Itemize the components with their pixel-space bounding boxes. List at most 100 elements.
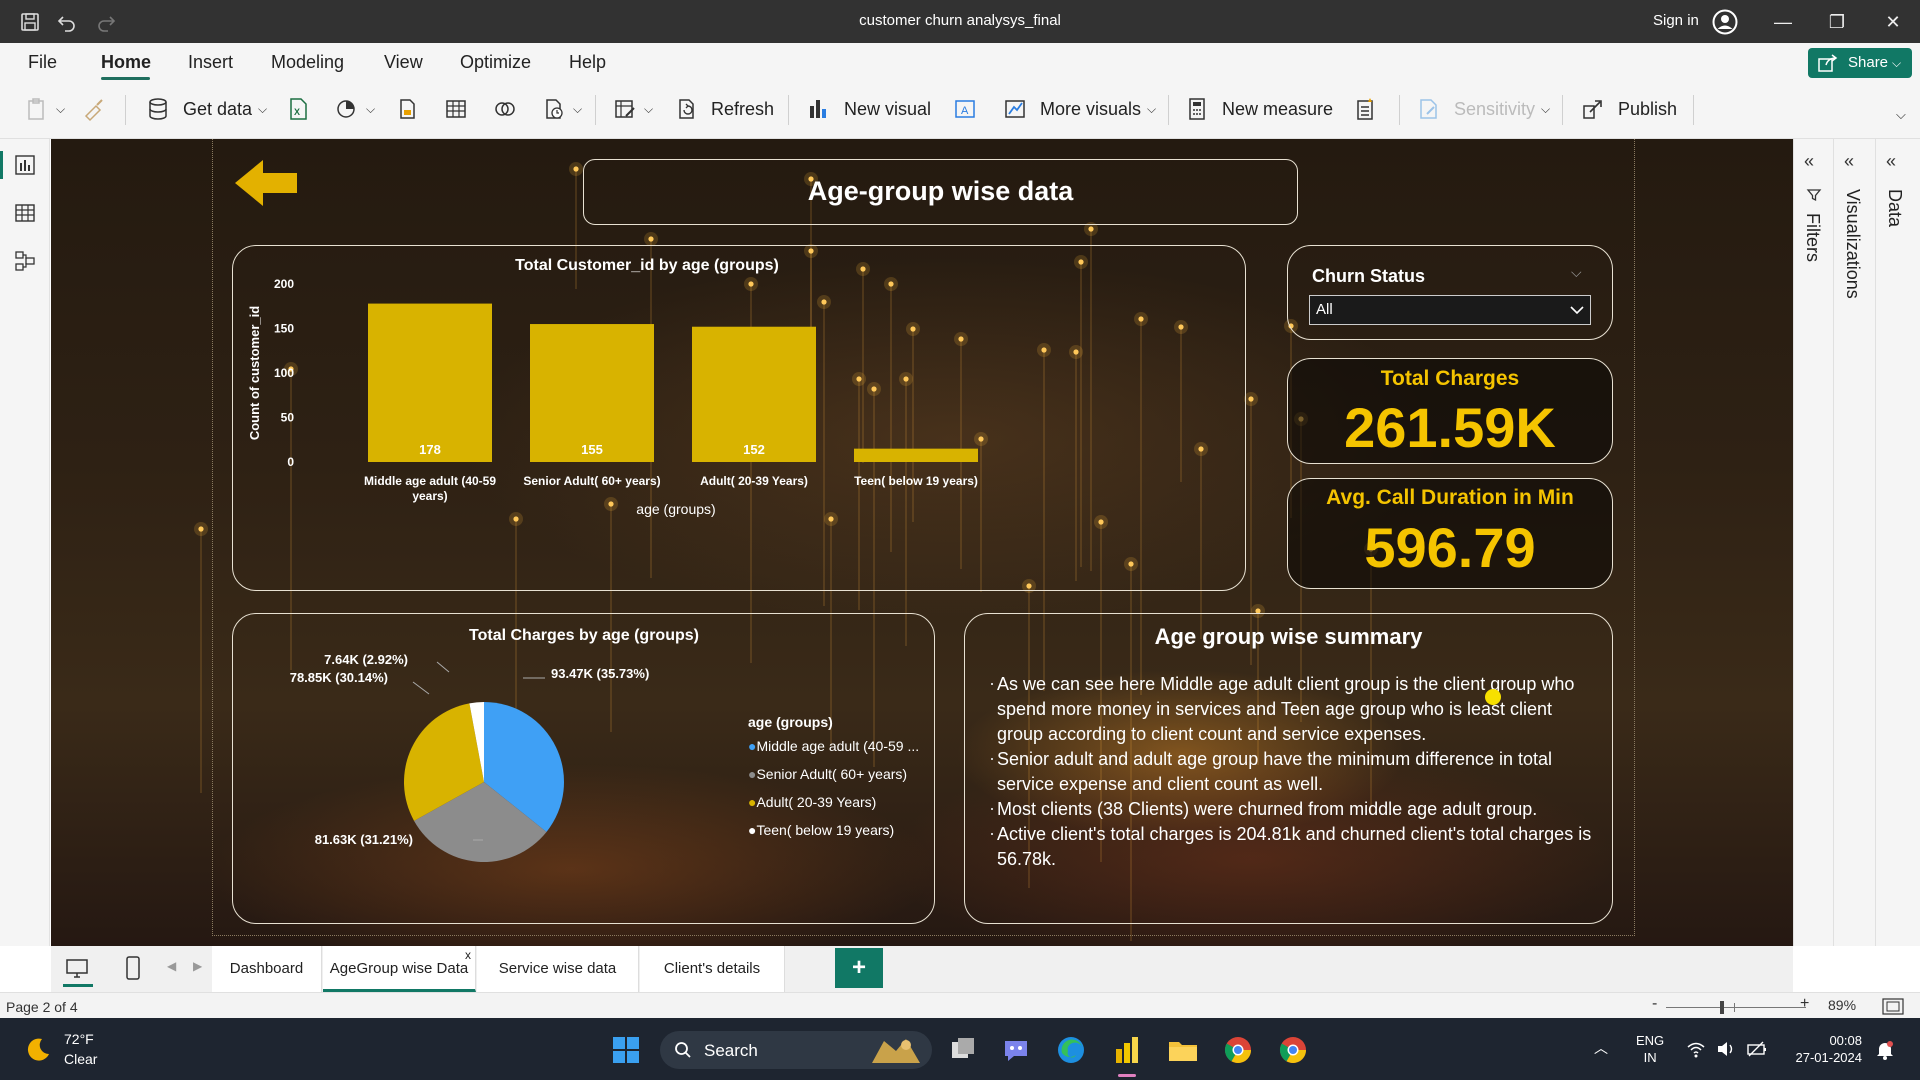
get-data-button[interactable]: Get data ⌵	[145, 93, 267, 125]
volume-icon[interactable]	[1716, 1040, 1736, 1058]
dataflows-button[interactable]	[394, 93, 420, 125]
summary-item: Most clients (38 Clients) were churned f…	[991, 797, 1597, 822]
account-avatar-icon[interactable]	[1712, 9, 1738, 35]
window-title: customer churn analysys_final	[859, 12, 1061, 29]
zoom-slider-thumb[interactable]	[1720, 1001, 1724, 1014]
text-box-button[interactable]: A	[952, 93, 978, 125]
page-tab-service[interactable]: Service wise data	[477, 946, 639, 992]
close-window-button[interactable]: ✕	[1878, 8, 1908, 36]
legend-item[interactable]: ●Middle age adult (40-59 ...	[748, 738, 919, 754]
zoom-slider-track[interactable]	[1666, 1007, 1806, 1008]
back-arrow-icon[interactable]	[233, 158, 299, 208]
close-tab-icon[interactable]: x	[465, 932, 471, 978]
menu-file[interactable]: File	[28, 52, 57, 73]
show-hidden-icons-chevron-icon[interactable]: ︿	[1594, 1038, 1608, 1058]
excel-button[interactable]: X	[285, 93, 311, 125]
input-language[interactable]: ENG IN	[1636, 1032, 1664, 1066]
fit-to-page-icon[interactable]	[1882, 998, 1904, 1015]
wifi-icon[interactable]	[1686, 1040, 1706, 1058]
enter-data-button[interactable]	[443, 93, 469, 125]
sign-in-link[interactable]: Sign in	[1653, 12, 1699, 29]
share-button[interactable]: Share ⌵	[1808, 48, 1912, 78]
battery-icon[interactable]	[1746, 1040, 1768, 1058]
total-charges-card[interactable]: Total Charges 261.59K	[1287, 358, 1613, 464]
recent-sources-button[interactable]: ⌵	[541, 93, 582, 125]
pie-data-label: 78.85K (30.14%)	[290, 670, 388, 685]
more-visuals-button[interactable]: More visuals ⌵	[1002, 93, 1156, 125]
ribbon-collapse-chevron-icon[interactable]: ⌵	[1896, 99, 1906, 131]
power-bi-app-icon[interactable]	[1110, 1033, 1144, 1067]
minimize-button[interactable]: —	[1768, 8, 1798, 36]
bar-chart[interactable]: Total Customer_id by age (groups) Count o…	[233, 246, 1247, 592]
paste-button[interactable]: ⌵	[24, 93, 65, 125]
legend-item[interactable]: ●Adult( 20-39 Years)	[748, 794, 876, 810]
menu-home[interactable]: Home	[101, 52, 151, 73]
zoom-out-button[interactable]: -	[1652, 995, 1657, 1013]
expand-filters-icon[interactable]: «	[1804, 151, 1814, 172]
chrome-browser-icon[interactable]	[1221, 1033, 1255, 1067]
menu-view[interactable]: View	[384, 52, 423, 73]
bar-chart-card[interactable]: Total Customer_id by age (groups) Count o…	[232, 245, 1246, 591]
quick-measure-button[interactable]	[1352, 93, 1378, 125]
legend-item[interactable]: ●Teen( below 19 years)	[748, 822, 894, 838]
tabs-scroll-left-icon[interactable]: ◀	[167, 959, 176, 973]
pie-chart-card[interactable]: Total Charges by age (groups) 93.47K (35.…	[232, 613, 935, 924]
restore-button[interactable]: ❐	[1822, 8, 1852, 36]
avg-call-duration-card[interactable]: Avg. Call Duration in Min 596.79	[1287, 478, 1613, 589]
zoom-level: 89%	[1828, 997, 1857, 1013]
summary-card[interactable]: Age group wise summary As we can see her…	[964, 613, 1613, 924]
menu-help[interactable]: Help	[569, 52, 606, 73]
edge-browser-icon[interactable]	[1054, 1033, 1088, 1067]
mobile-layout-icon[interactable]	[119, 954, 147, 982]
pie-leader-line	[436, 661, 450, 673]
weather-temperature[interactable]: 72°F	[64, 1031, 94, 1047]
report-view-icon[interactable]	[13, 153, 37, 177]
chrome-profile-icon[interactable]	[1276, 1033, 1310, 1067]
windows-start-icon[interactable]	[609, 1033, 643, 1067]
weather-condition[interactable]: Clear	[64, 1051, 97, 1067]
churn-status-dropdown[interactable]: All	[1309, 295, 1591, 325]
bar-data-label: 155	[581, 442, 603, 457]
sensitivity-button[interactable]: Sensitivity ⌵	[1416, 93, 1550, 125]
expand-visualizations-icon[interactable]: «	[1844, 151, 1854, 172]
refresh-button[interactable]: Refresh	[673, 93, 774, 125]
data-pane[interactable]: « Data	[1875, 139, 1920, 946]
slicer-collapse-chevron-icon[interactable]: ⌵	[1571, 264, 1582, 281]
menu-modeling[interactable]: Modeling	[271, 52, 344, 73]
model-view-icon[interactable]	[13, 249, 37, 273]
table-grid-icon	[446, 100, 466, 118]
transform-data-button[interactable]: ⌵	[612, 93, 653, 125]
dataverse-button[interactable]	[492, 93, 518, 125]
page-indicator: Page 2 of 4	[6, 999, 78, 1015]
expand-data-icon[interactable]: «	[1886, 151, 1896, 172]
add-page-button[interactable]: +	[835, 948, 883, 988]
visualizations-pane[interactable]: « Visualizations	[1833, 139, 1873, 946]
page-tab-agegroup[interactable]: AgeGroup wise Data x	[323, 946, 476, 992]
format-painter-button[interactable]	[82, 93, 108, 125]
menu-insert[interactable]: Insert	[188, 52, 233, 73]
summary-item: Senior adult and adult age group have th…	[991, 747, 1597, 797]
table-view-icon[interactable]	[13, 201, 37, 225]
filters-pane[interactable]: « Filters	[1793, 139, 1833, 946]
taskbar-search-box[interactable]: Search	[660, 1031, 932, 1069]
new-measure-button[interactable]: New measure	[1184, 93, 1333, 125]
view-switcher-rail	[0, 139, 50, 946]
file-explorer-icon[interactable]	[1166, 1033, 1200, 1067]
moon-weather-icon[interactable]	[24, 1035, 52, 1063]
page-tab-clients[interactable]: Client's details	[640, 946, 785, 992]
notification-bell-icon[interactable]	[1876, 1040, 1894, 1060]
system-clock[interactable]: 00:08 27-01-2024	[1788, 1032, 1863, 1066]
teams-chat-icon[interactable]	[1000, 1033, 1034, 1067]
new-visual-button[interactable]: New visual	[806, 93, 931, 125]
page-tab-dashboard[interactable]: Dashboard	[212, 946, 322, 992]
legend-item[interactable]: ●Senior Adult( 60+ years)	[748, 766, 907, 782]
tabs-scroll-right-icon[interactable]: ▶	[193, 959, 202, 973]
publish-button[interactable]: Publish	[1580, 93, 1677, 125]
desktop-layout-icon[interactable]	[63, 954, 91, 982]
datasets-button[interactable]: ⌵	[334, 93, 375, 125]
churn-status-slicer[interactable]: Churn Status ⌵ All	[1287, 245, 1613, 340]
zoom-control[interactable]: - + 89%	[1650, 995, 1920, 1017]
task-view-icon[interactable]	[946, 1033, 980, 1067]
menu-optimize[interactable]: Optimize	[460, 52, 531, 73]
zoom-in-button[interactable]: +	[1800, 995, 1809, 1013]
